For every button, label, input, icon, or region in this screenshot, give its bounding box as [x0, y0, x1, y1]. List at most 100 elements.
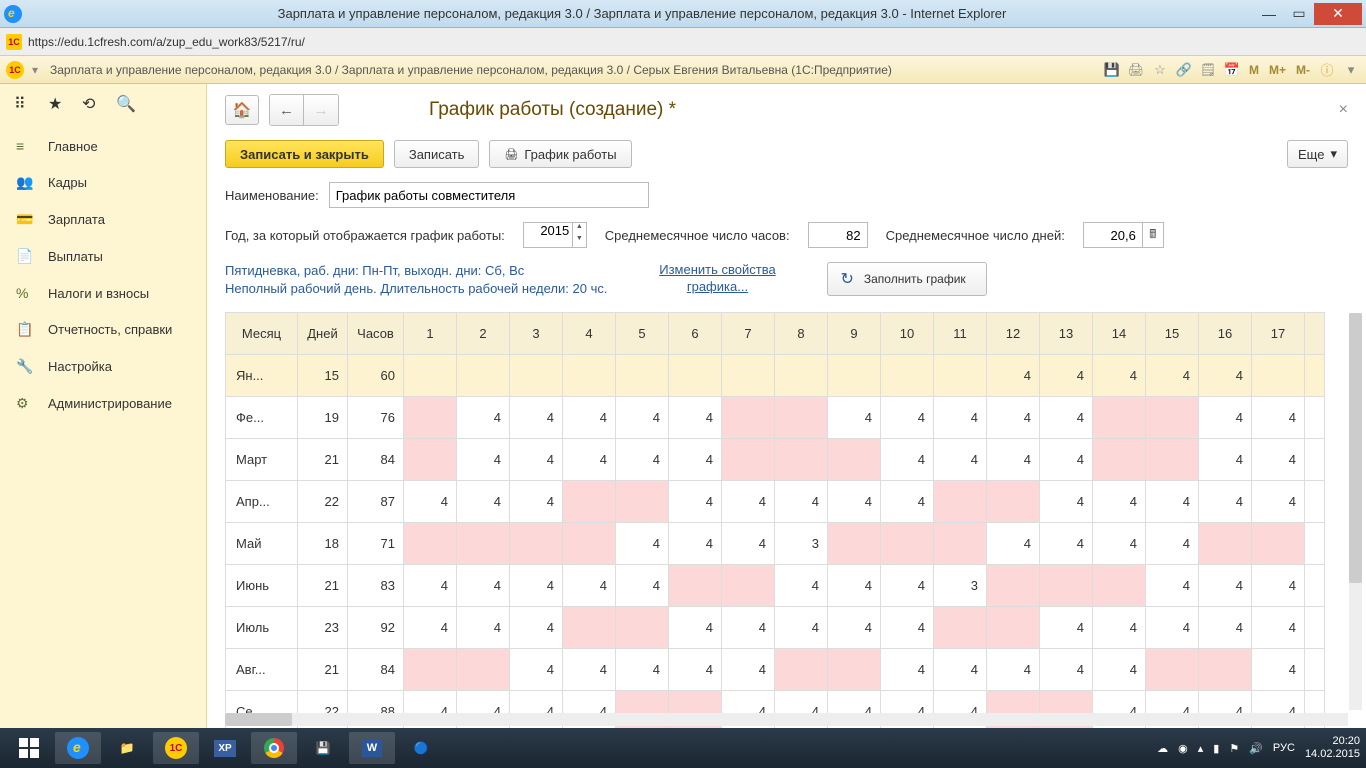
- day-cell[interactable]: 4: [775, 481, 828, 523]
- calculator-button[interactable]: 🖩: [1142, 222, 1164, 248]
- hours-cell[interactable]: 92: [348, 607, 404, 649]
- tray-clock[interactable]: 20:20 14.02.2015: [1305, 735, 1360, 761]
- day-cell[interactable]: [722, 355, 775, 397]
- day-cell[interactable]: 4: [1093, 649, 1146, 691]
- day-cell[interactable]: 3: [775, 523, 828, 565]
- tray-flag-icon[interactable]: ⚑: [1229, 742, 1239, 755]
- more-button[interactable]: Еще ▾: [1287, 140, 1348, 168]
- table-header[interactable]: 14: [1093, 313, 1146, 355]
- day-cell[interactable]: 4: [404, 607, 457, 649]
- day-cell[interactable]: [457, 649, 510, 691]
- day-cell[interactable]: [510, 523, 563, 565]
- day-cell[interactable]: 4: [1252, 607, 1305, 649]
- day-cell[interactable]: 4: [1252, 649, 1305, 691]
- day-cell[interactable]: 4: [722, 649, 775, 691]
- day-cell[interactable]: 4: [987, 439, 1040, 481]
- day-cell[interactable]: 4: [1252, 397, 1305, 439]
- print-icon[interactable]: 🖨: [1127, 61, 1145, 79]
- days-cell[interactable]: 21: [298, 649, 348, 691]
- day-cell[interactable]: 4: [881, 397, 934, 439]
- day-cell[interactable]: [828, 355, 881, 397]
- day-cell[interactable]: 4: [1093, 607, 1146, 649]
- day-cell[interactable]: 4: [563, 565, 616, 607]
- month-cell[interactable]: Авг...: [226, 649, 298, 691]
- month-cell[interactable]: Май: [226, 523, 298, 565]
- hours-cell[interactable]: 87: [348, 481, 404, 523]
- day-cell[interactable]: 4: [510, 649, 563, 691]
- menu-dropdown-icon[interactable]: ▾: [1342, 61, 1360, 79]
- zoom-m-minus[interactable]: M-: [1294, 61, 1312, 79]
- favorite-icon[interactable]: ☆: [1151, 61, 1169, 79]
- day-cell[interactable]: [616, 607, 669, 649]
- tray-up-icon[interactable]: ▴: [1198, 742, 1204, 755]
- day-cell[interactable]: 4: [1146, 607, 1199, 649]
- day-cell[interactable]: 4: [669, 481, 722, 523]
- day-cell[interactable]: [563, 481, 616, 523]
- table-header[interactable]: 13: [1040, 313, 1093, 355]
- table-header[interactable]: 5: [616, 313, 669, 355]
- day-cell[interactable]: [775, 439, 828, 481]
- day-cell[interactable]: [1146, 649, 1199, 691]
- day-cell[interactable]: 4: [457, 397, 510, 439]
- table-row[interactable]: Май187144434444: [226, 523, 1325, 565]
- day-cell[interactable]: [934, 481, 987, 523]
- day-cell[interactable]: 4: [563, 649, 616, 691]
- taskbar-xp[interactable]: XP: [202, 732, 248, 764]
- day-cell[interactable]: [510, 355, 563, 397]
- table-header[interactable]: 8: [775, 313, 828, 355]
- day-cell[interactable]: [775, 649, 828, 691]
- home-button[interactable]: 🏠: [225, 95, 259, 125]
- day-cell[interactable]: 4: [563, 439, 616, 481]
- day-cell[interactable]: [616, 355, 669, 397]
- table-header[interactable]: 2: [457, 313, 510, 355]
- day-cell[interactable]: [828, 439, 881, 481]
- url-input[interactable]: [28, 35, 1360, 49]
- day-cell[interactable]: [987, 607, 1040, 649]
- day-cell[interactable]: [987, 565, 1040, 607]
- day-cell[interactable]: 4: [669, 607, 722, 649]
- hours-cell[interactable]: 84: [348, 439, 404, 481]
- day-cell[interactable]: [457, 355, 510, 397]
- vertical-scrollbar[interactable]: [1349, 313, 1362, 710]
- day-cell[interactable]: 4: [1040, 355, 1093, 397]
- day-cell[interactable]: 4: [1146, 523, 1199, 565]
- day-cell[interactable]: 4: [934, 439, 987, 481]
- table-header[interactable]: 17: [1252, 313, 1305, 355]
- day-cell[interactable]: [563, 523, 616, 565]
- day-cell[interactable]: 4: [828, 481, 881, 523]
- back-button[interactable]: ←: [270, 95, 304, 125]
- day-cell[interactable]: [404, 355, 457, 397]
- link-icon[interactable]: 🔗: [1175, 61, 1193, 79]
- tray-cloud-icon[interactable]: ☁: [1157, 742, 1168, 755]
- month-cell[interactable]: Июнь: [226, 565, 298, 607]
- zoom-m-plus[interactable]: M+: [1267, 61, 1288, 79]
- table-header[interactable]: 1: [404, 313, 457, 355]
- month-cell[interactable]: Апр...: [226, 481, 298, 523]
- day-cell[interactable]: 4: [987, 649, 1040, 691]
- fill-schedule-button[interactable]: ↻ Заполнить график: [827, 262, 986, 296]
- day-cell[interactable]: 4: [934, 397, 987, 439]
- close-page-button[interactable]: ×: [1339, 101, 1348, 119]
- table-row[interactable]: Авг...218444444444444: [226, 649, 1325, 691]
- minimize-button[interactable]: —: [1254, 3, 1284, 25]
- change-props-link[interactable]: Изменить свойства графика...: [647, 262, 787, 296]
- day-cell[interactable]: [404, 523, 457, 565]
- day-cell[interactable]: [563, 355, 616, 397]
- day-cell[interactable]: 4: [1040, 607, 1093, 649]
- close-button[interactable]: ✕: [1314, 3, 1362, 25]
- day-cell[interactable]: 4: [1040, 481, 1093, 523]
- day-cell[interactable]: 3: [934, 565, 987, 607]
- save-close-button[interactable]: Записать и закрыть: [225, 140, 384, 168]
- save-icon[interactable]: 💾: [1103, 61, 1121, 79]
- taskbar-word[interactable]: W: [349, 732, 395, 764]
- taskbar-ie[interactable]: e: [55, 732, 101, 764]
- day-cell[interactable]: [669, 355, 722, 397]
- day-cell[interactable]: 4: [510, 481, 563, 523]
- spin-up-icon[interactable]: ▲: [573, 223, 586, 235]
- sidebar-item-4[interactable]: %Налоги и взносы: [0, 275, 206, 311]
- taskbar-app[interactable]: 🔵: [398, 732, 444, 764]
- day-cell[interactable]: 4: [669, 397, 722, 439]
- day-cell[interactable]: 4: [616, 523, 669, 565]
- day-cell[interactable]: [563, 607, 616, 649]
- day-cell[interactable]: 4: [987, 355, 1040, 397]
